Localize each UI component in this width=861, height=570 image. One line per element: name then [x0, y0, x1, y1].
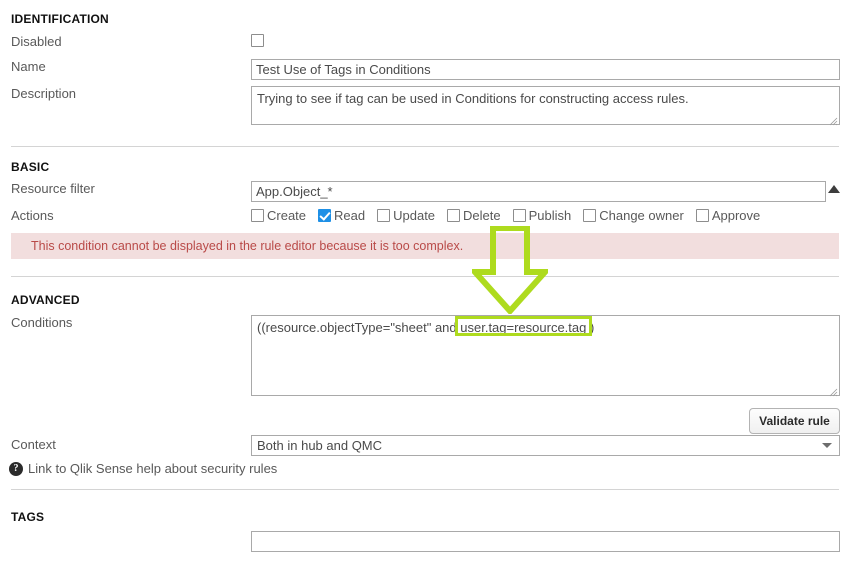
chevron-down-icon [822, 443, 832, 448]
action-label: Delete [463, 208, 501, 223]
divider-advanced [11, 489, 839, 490]
actions-checkbox-group: Create Read Update Delete Publish Change owne… [251, 208, 772, 223]
name-input[interactable] [251, 59, 840, 80]
action-label: Publish [528, 208, 572, 223]
action-checkbox-read[interactable]: Read [318, 208, 365, 223]
complexity-warning-banner: This condition cannot be displayed in th… [11, 233, 839, 259]
row-description: Description [0, 86, 861, 130]
section-title-advanced: ADVANCED [11, 293, 80, 307]
label-resource-filter: Resource filter [11, 181, 95, 196]
help-link[interactable]: ? Link to Qlik Sense help about security… [9, 461, 277, 476]
label-name: Name [11, 59, 46, 74]
action-checkbox-publish[interactable]: Publish [512, 208, 572, 223]
label-context: Context [11, 437, 56, 452]
row-disabled: Disabled [0, 34, 861, 50]
section-title-identification: IDENTIFICATION [11, 12, 109, 26]
resource-filter-input[interactable] [251, 181, 826, 202]
action-label: Approve [711, 208, 761, 223]
description-textarea[interactable] [251, 86, 840, 125]
action-checkbox-create[interactable]: Create [251, 208, 306, 223]
row-tags [0, 531, 861, 552]
action-label: Change owner [599, 208, 684, 223]
section-title-basic: BASIC [11, 160, 50, 174]
tags-input[interactable] [251, 531, 840, 552]
row-resource-filter: Resource filter [0, 181, 861, 202]
action-checkbox-approve[interactable]: Approve [695, 208, 761, 223]
checkbox-box[interactable] [512, 209, 526, 222]
row-name: Name [0, 59, 861, 80]
security-rule-editor: IDENTIFICATION Disabled Name Description… [0, 0, 861, 570]
label-disabled: Disabled [11, 34, 62, 49]
divider-basic [11, 276, 839, 277]
action-label: Create [267, 208, 307, 223]
divider-identification [11, 146, 839, 147]
row-actions: Actions Create Read Update Delete Publish Cha… [0, 208, 861, 224]
checkbox-box[interactable] [583, 209, 597, 222]
label-description: Description [11, 86, 77, 101]
checkbox-box[interactable] [251, 209, 264, 222]
conditions-textarea[interactable] [251, 315, 840, 396]
row-conditions: Conditions [0, 315, 861, 401]
question-mark-icon: ? [9, 461, 23, 476]
action-label: Read [334, 208, 366, 223]
resource-filter-collapse-caret-icon[interactable] [828, 185, 840, 193]
complexity-warning-text: This condition cannot be displayed in th… [31, 239, 464, 253]
action-checkbox-update[interactable]: Update [377, 208, 435, 223]
label-conditions: Conditions [11, 315, 73, 330]
section-title-tags: TAGS [11, 510, 45, 524]
context-select[interactable]: Both in hub and QMC [251, 435, 840, 456]
action-checkbox-change-owner[interactable]: Change owner [583, 208, 684, 223]
checkbox-box[interactable] [695, 209, 709, 222]
context-select-value: Both in hub and QMC [257, 438, 383, 453]
help-link-label: Link to Qlik Sense help about security r… [28, 461, 278, 476]
validate-rule-button[interactable]: Validate rule [749, 408, 840, 434]
label-actions: Actions [11, 208, 54, 223]
action-label: Update [393, 208, 436, 223]
checkbox-box[interactable] [447, 209, 461, 222]
disabled-checkbox[interactable] [251, 34, 264, 47]
checkbox-box[interactable] [318, 209, 332, 222]
checkbox-box[interactable] [377, 209, 391, 222]
action-checkbox-delete[interactable]: Delete [447, 208, 501, 223]
